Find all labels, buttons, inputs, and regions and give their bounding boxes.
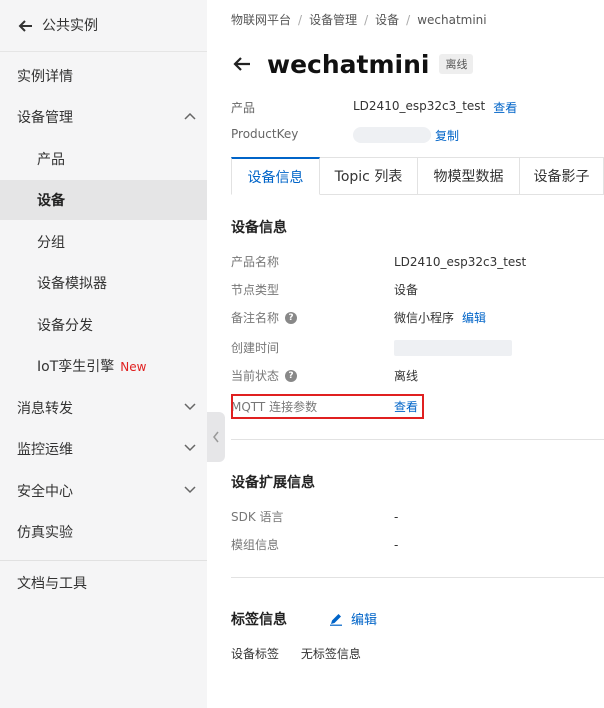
product-row: 产品 LD2410_esp32c3_test 查看 xyxy=(231,99,517,116)
breadcrumb-item[interactable]: 物联网平台 xyxy=(231,13,291,27)
sidebar-item-label: 设备 xyxy=(37,193,65,209)
edit-remark-link[interactable]: 编辑 xyxy=(462,309,486,326)
view-product-link[interactable]: 查看 xyxy=(493,99,517,116)
edit-tags-button[interactable]: 编辑 xyxy=(329,609,377,628)
field-value: LD2410_esp32c3_test xyxy=(394,254,527,269)
sidebar-item-device-distribution[interactable]: 设备分发 xyxy=(0,305,207,345)
page-title: wechatmini xyxy=(267,49,430,79)
back-label: 公共实例 xyxy=(42,18,98,34)
sidebar-item-label: 文档与工具 xyxy=(17,576,87,592)
field-value: - xyxy=(394,509,399,524)
main-content: 物联网平台 / 设备管理 / 设备 / wechatmini wechatmini 离线 产… xyxy=(207,0,604,708)
sidebar-item-label: 设备分发 xyxy=(37,318,93,334)
help-icon[interactable]: ? xyxy=(285,311,298,324)
sidebar-item-label: 设备模拟器 xyxy=(37,276,107,292)
tab-topic-list[interactable]: Topic 列表 xyxy=(320,157,418,195)
divider xyxy=(231,577,604,578)
status-badge: 离线 xyxy=(439,54,474,74)
arrow-left-icon xyxy=(18,20,32,32)
chevron-down-icon xyxy=(184,486,196,494)
productkey-row: ProductKey 复制 xyxy=(231,127,459,144)
sidebar-item-label: 仿真实验 xyxy=(17,525,73,541)
chevron-down-icon xyxy=(184,444,196,452)
breadcrumb: 物联网平台 / 设备管理 / 设备 / wechatmini xyxy=(231,13,487,27)
sidebar-item-label: 实例详情 xyxy=(17,69,73,85)
sidebar-item-label: 产品 xyxy=(37,152,65,168)
section-title-device-info: 设备信息 xyxy=(231,220,287,236)
sidebar-item-product[interactable]: 产品 xyxy=(0,139,207,179)
sidebar: 公共实例 实例详情 设备管理 产品 设备 分组 设备模拟器 设备分发 IoT孪生… xyxy=(0,0,207,708)
sidebar-item-device-simulator[interactable]: 设备模拟器 xyxy=(0,263,207,303)
edit-tags-label: 编辑 xyxy=(351,613,378,628)
productkey-redacted xyxy=(353,127,431,143)
sidebar-item-label: 设备管理 xyxy=(17,110,73,126)
field-label: 备注名称 xyxy=(231,311,280,325)
product-label: 产品 xyxy=(231,101,256,115)
section-title-tags: 标签信息 xyxy=(231,612,287,628)
pencil-icon xyxy=(330,613,342,626)
tab-bar: 设备信息 Topic 列表 物模型数据 设备影子 xyxy=(231,157,604,195)
title-row: wechatmini 离线 xyxy=(231,46,474,82)
copy-productkey-link[interactable]: 复制 xyxy=(435,127,459,144)
field-label: 当前状态 xyxy=(231,369,280,383)
back-arrow-icon[interactable] xyxy=(231,53,253,75)
highlight-box xyxy=(231,394,424,419)
breadcrumb-item[interactable]: 设备 xyxy=(375,13,399,27)
tab-device-shadow[interactable]: 设备影子 xyxy=(520,157,604,195)
field-current-status: 当前状态? 离线 xyxy=(231,367,591,384)
sidebar-item-iot-twin-engine[interactable]: IoT孪生引擎 New xyxy=(0,346,207,386)
field-value: - xyxy=(394,537,399,552)
field-label: 模组信息 xyxy=(231,538,280,552)
breadcrumb-current: wechatmini xyxy=(417,13,487,27)
field-sdk-language: SDK 语言 - xyxy=(231,508,591,525)
chevron-up-icon xyxy=(184,112,196,120)
field-label: 产品名称 xyxy=(231,255,280,269)
field-label: 节点类型 xyxy=(231,283,280,297)
productkey-label: ProductKey xyxy=(231,127,299,141)
breadcrumb-item[interactable]: 设备管理 xyxy=(309,13,357,27)
back-to-instances-button[interactable]: 公共实例 xyxy=(0,0,207,52)
sidebar-item-group[interactable]: 分组 xyxy=(0,222,207,262)
sidebar-item-device[interactable]: 设备 xyxy=(0,180,207,220)
field-remark-name: 备注名称? 微信小程序 编辑 xyxy=(231,309,591,326)
field-created-time: 创建时间 xyxy=(231,339,591,356)
sidebar-item-label: 安全中心 xyxy=(17,484,73,500)
sidebar-divider xyxy=(0,560,207,561)
field-label: 创建时间 xyxy=(231,341,280,355)
tag-value: 无标签信息 xyxy=(300,647,361,661)
sidebar-item-message-forwarding[interactable]: 消息转发 xyxy=(0,388,207,428)
help-icon[interactable]: ? xyxy=(285,369,298,382)
sidebar-item-label: 分组 xyxy=(37,235,65,251)
created-time-redacted xyxy=(394,339,512,356)
sidebar-item-monitoring[interactable]: 监控运维 xyxy=(0,429,207,469)
sidebar-item-simulation-lab[interactable]: 仿真实验 xyxy=(0,512,207,552)
field-product-name: 产品名称 LD2410_esp32c3_test xyxy=(231,253,591,270)
section-title-ext-info: 设备扩展信息 xyxy=(231,475,315,491)
field-node-type: 节点类型 设备 xyxy=(231,281,591,298)
field-module-info: 模组信息 - xyxy=(231,536,591,553)
sidebar-item-instance-detail[interactable]: 实例详情 xyxy=(0,56,207,96)
sidebar-item-docs-tools[interactable]: 文档与工具 xyxy=(0,563,207,603)
tag-label: 设备标签 xyxy=(231,647,280,661)
sidebar-item-label: IoT孪生引擎 xyxy=(37,359,115,375)
tag-row: 设备标签 无标签信息 xyxy=(231,645,361,662)
new-badge: New xyxy=(120,360,147,374)
field-value: 设备 xyxy=(394,283,419,297)
sidebar-item-label: 消息转发 xyxy=(17,401,73,417)
field-value: 离线 xyxy=(394,369,419,383)
sidebar-item-device-management[interactable]: 设备管理 xyxy=(0,97,207,137)
divider xyxy=(231,439,604,440)
product-value: LD2410_esp32c3_test xyxy=(353,99,486,113)
field-label: SDK 语言 xyxy=(231,510,284,524)
sidebar-item-security-center[interactable]: 安全中心 xyxy=(0,471,207,511)
tab-thing-model-data[interactable]: 物模型数据 xyxy=(418,157,520,195)
tab-device-info[interactable]: 设备信息 xyxy=(231,157,320,195)
chevron-down-icon xyxy=(184,403,196,411)
field-value: 微信小程序 xyxy=(394,311,455,325)
sidebar-item-label: 监控运维 xyxy=(17,442,73,458)
